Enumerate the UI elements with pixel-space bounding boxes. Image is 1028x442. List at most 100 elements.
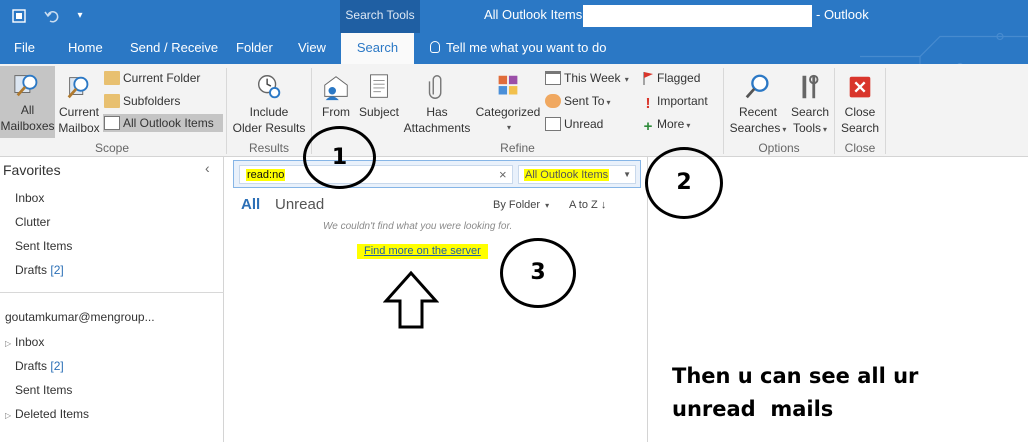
account-item-deleted-items[interactable]: ▷ Deleted Items (5, 407, 89, 421)
customize-qat-icon[interactable]: ▾ (72, 8, 88, 24)
undo-icon[interactable] (44, 8, 60, 24)
fav-inbox-label: Inbox (15, 191, 45, 205)
tab-file[interactable]: File (14, 33, 35, 64)
chevron-down-icon: ▼ (623, 170, 631, 179)
arrange-by-label: By Folder (493, 199, 541, 211)
folder-icon (104, 71, 120, 85)
subject-label: Subject (358, 105, 400, 119)
sort-arrow-icon: ↓ (600, 199, 607, 211)
favorites-header[interactable]: Favorites (3, 162, 61, 178)
search-scope-value: All Outlook Items (524, 169, 610, 181)
important-button[interactable]: ! Important (642, 92, 708, 112)
include-older-results-button[interactable]: Include Older Results (232, 68, 306, 136)
current-folder-button[interactable]: Current Folder (104, 69, 200, 87)
collapse-pane-icon[interactable]: ‹ (205, 160, 210, 176)
annotation-circle-3: 3 (500, 238, 576, 308)
arrange-dropdown-icon: ▾ (545, 201, 550, 210)
subject-button[interactable]: Subject (356, 68, 402, 120)
ribbon-tab-row: File Home Send / Receive Folder View Sea… (0, 32, 1028, 97)
subfolders-icon (104, 94, 120, 108)
important-label: Important (657, 94, 708, 108)
search-tools-label-2: Tools ▾ (788, 120, 832, 138)
include-older-label-2: Older Results (232, 121, 306, 135)
flagged-label: Flagged (657, 71, 701, 85)
empty-results-message: We couldn't find what you were looking f… (323, 221, 513, 232)
all-items-icon (104, 116, 120, 130)
envelope-icon (545, 117, 561, 131)
all-mailboxes-button[interactable]: All Mailboxes (0, 66, 55, 138)
subfolders-button[interactable]: Subfolders (104, 92, 180, 110)
search-input[interactable]: read:no × (239, 165, 513, 184)
exclamation-icon: ! (645, 95, 651, 112)
tab-home[interactable]: Home (68, 33, 103, 64)
current-mailbox-button[interactable]: Current Mailbox (57, 68, 101, 136)
reading-pane-divider (647, 157, 648, 442)
from-icon (324, 76, 348, 101)
filter-unread-tab[interactable]: Unread (275, 196, 324, 213)
fav-sent-label: Sent Items (15, 239, 73, 253)
search-tools-label-1: Search (790, 105, 830, 119)
tab-search[interactable]: Search (341, 33, 414, 64)
fav-item-inbox[interactable]: Inbox (15, 191, 44, 205)
nav-divider (0, 292, 224, 293)
sort-order-toggle[interactable]: A to Z ↓ (569, 199, 606, 211)
magnifier-icon (745, 74, 769, 99)
fav-item-drafts[interactable]: Drafts [2] (15, 263, 64, 277)
flagged-button[interactable]: Flagged (642, 69, 700, 87)
annotation-step-3: 3 (530, 260, 546, 285)
close-search-label-2: Search (840, 121, 880, 135)
clear-search-icon[interactable]: × (499, 167, 507, 182)
recent-searches-button[interactable]: Recent Searches ▾ (728, 68, 788, 138)
search-tools-button[interactable]: Search Tools ▾ (788, 68, 832, 138)
current-folder-label: Current Folder (123, 71, 201, 85)
current-mailbox-label-2: Mailbox (58, 121, 100, 135)
subfolders-label: Subfolders (123, 94, 181, 108)
recent-searches-label-1: Recent (738, 105, 778, 119)
from-button[interactable]: From (316, 68, 356, 120)
sent-to-label: Sent To (564, 94, 605, 108)
tools-icon (802, 74, 819, 99)
search-bar: read:no × All Outlook Items ▼ (233, 160, 641, 188)
account-item-drafts[interactable]: Drafts [2] (15, 359, 64, 373)
has-attachments-button[interactable]: Has Attachments (402, 68, 472, 136)
this-week-dropdown-icon: ▾ (622, 75, 629, 84)
tab-send-receive[interactable]: Send / Receive (130, 33, 218, 64)
search-scope-dropdown[interactable]: All Outlook Items ▼ (518, 165, 636, 184)
close-search-button[interactable]: Close Search (838, 68, 882, 136)
subject-icon (370, 74, 388, 98)
tab-view[interactable]: View (298, 33, 326, 64)
outlook-app-icon[interactable] (12, 8, 28, 24)
all-mailboxes-label-2: Mailboxes (0, 119, 55, 133)
scope-group-label: Scope (94, 141, 130, 155)
tab-folder[interactable]: Folder (236, 33, 273, 64)
account-item-sent-items[interactable]: Sent Items (15, 383, 72, 397)
fav-item-clutter[interactable]: Clutter (15, 215, 50, 229)
unread-button[interactable]: Unread (545, 115, 603, 133)
categorized-button[interactable]: Categorized ▾ (474, 68, 542, 136)
expand-icon[interactable]: ▷ (5, 411, 15, 420)
fav-item-sent-items[interactable]: Sent Items (15, 239, 72, 253)
close-search-label-1: Close (844, 105, 876, 119)
expand-icon[interactable]: ▷ (5, 339, 15, 348)
account-header[interactable]: goutamkumar@mengroup... (5, 310, 205, 324)
fav-clutter-label: Clutter (15, 215, 51, 229)
tell-me-box[interactable]: Tell me what you want to do (430, 33, 606, 64)
account-item-inbox[interactable]: ▷ Inbox (5, 335, 44, 349)
ribbon: All Mailboxes Current Mailbox Current Fo… (0, 64, 1028, 157)
search-query: read:no (246, 169, 286, 181)
current-mailbox-label-1: Current (58, 105, 99, 119)
results-group-label: Results (248, 141, 289, 155)
sent-to-button[interactable]: Sent To ▾ (545, 92, 611, 110)
this-week-button[interactable]: This Week ▾ (545, 69, 629, 87)
recent-searches-dropdown-icon: ▾ (782, 125, 787, 134)
more-button[interactable]: + More ▾ (642, 115, 691, 135)
annotation-step-1: 1 (331, 145, 348, 170)
find-more-on-server-link[interactable]: Find more on the server (357, 244, 488, 259)
recent-searches-label-2-text: Searches (729, 121, 781, 135)
all-mailboxes-label-1: All (20, 103, 35, 117)
search-tools-label-2-text: Tools (792, 121, 821, 135)
all-outlook-items-button[interactable]: All Outlook Items (103, 114, 223, 132)
more-dropdown-icon: ▾ (686, 121, 691, 130)
arrange-by-dropdown[interactable]: By Folder ▾ (493, 199, 549, 211)
filter-all-tab[interactable]: All (241, 196, 260, 213)
